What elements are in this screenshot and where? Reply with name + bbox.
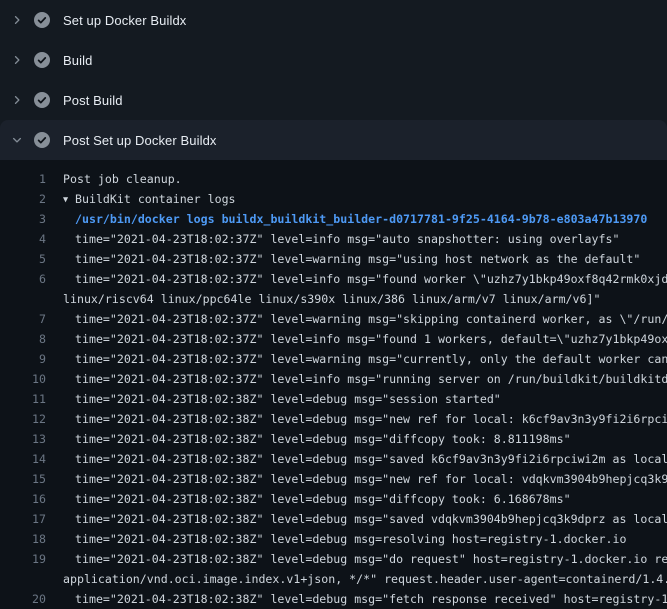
line-number[interactable]: 20 — [0, 589, 46, 609]
chevron-right-icon — [6, 92, 28, 108]
line-number[interactable]: 9 — [0, 349, 46, 369]
log-text: time="2021-04-23T18:02:38Z" level=debug … — [75, 412, 667, 426]
line-number[interactable]: 5 — [0, 249, 46, 269]
log-line: 14 time="2021-04-23T18:02:38Z" level=debu… — [0, 449, 667, 469]
log-text: linux/riscv64 linux/ppc64le linux/s390x … — [63, 292, 600, 306]
log-command-text: /usr/bin/docker logs buildx_buildkit_bui… — [75, 212, 647, 226]
line-number[interactable]: 14 — [0, 449, 46, 469]
log-viewer: 1 Post job cleanup. 2 ▼BuildKit container l… — [0, 160, 667, 600]
chevron-right-icon — [6, 52, 28, 68]
log-line: 19 time="2021-04-23T18:02:38Z" level=debu… — [0, 549, 667, 569]
line-number[interactable]: 19 — [0, 549, 46, 569]
log-line: 20 time="2021-04-23T18:02:38Z" level=debu… — [0, 589, 667, 609]
log-text: time="2021-04-23T18:02:38Z" level=debug … — [75, 552, 667, 566]
line-number[interactable]: 6 — [0, 269, 46, 289]
log-line: 4 time="2021-04-23T18:02:37Z" level=info … — [0, 229, 667, 249]
log-text: time="2021-04-23T18:02:38Z" level=debug … — [75, 392, 501, 406]
line-number[interactable]: 13 — [0, 429, 46, 449]
log-line: 15 time="2021-04-23T18:02:38Z" level=debu… — [0, 469, 667, 489]
step-label: Build — [63, 53, 92, 68]
log-line: 10 time="2021-04-23T18:02:37Z" level=info… — [0, 369, 667, 389]
line-number[interactable]: 17 — [0, 509, 46, 529]
log-text: time="2021-04-23T18:02:38Z" level=debug … — [75, 452, 667, 466]
line-number[interactable]: 7 — [0, 309, 46, 329]
line-number[interactable]: 1 — [0, 169, 46, 189]
line-number[interactable]: 12 — [0, 409, 46, 429]
log-line: 13 time="2021-04-23T18:02:38Z" level=debu… — [0, 429, 667, 449]
log-line: 3/usr/bin/docker logs buildx_buildkit_bu… — [0, 209, 667, 229]
log-text: time="2021-04-23T18:02:37Z" level=info m… — [75, 272, 667, 286]
line-number[interactable]: 18 — [0, 529, 46, 549]
line-number[interactable]: 15 — [0, 469, 46, 489]
check-circle-icon — [34, 12, 50, 28]
step-header-post-build[interactable]: Post Build — [0, 80, 667, 120]
log-line-continuation: application/vnd.oci.image.index.v1+json,… — [0, 569, 667, 589]
line-number — [0, 289, 46, 309]
log-line: 8 time="2021-04-23T18:02:37Z" level=info … — [0, 329, 667, 349]
line-number[interactable]: 3 — [0, 209, 46, 229]
log-text: time="2021-04-23T18:02:37Z" level=warnin… — [75, 312, 667, 326]
check-circle-icon — [34, 132, 50, 148]
line-number[interactable]: 11 — [0, 389, 46, 409]
chevron-right-icon — [6, 12, 28, 28]
line-number — [0, 569, 46, 589]
log-text: BuildKit container logs — [75, 192, 236, 206]
log-line: 16 time="2021-04-23T18:02:38Z" level=debu… — [0, 489, 667, 509]
log-text: time="2021-04-23T18:02:38Z" level=debug … — [75, 592, 667, 606]
step-header-set-up-docker-buildx[interactable]: Set up Docker Buildx — [0, 0, 667, 40]
log-text: time="2021-04-23T18:02:38Z" level=debug … — [75, 492, 571, 506]
step-header-build[interactable]: Build — [0, 40, 667, 80]
log-line: 9 time="2021-04-23T18:02:37Z" level=warni… — [0, 349, 667, 369]
log-text: Post job cleanup. — [63, 172, 182, 186]
log-line: 6 time="2021-04-23T18:02:37Z" level=info … — [0, 269, 667, 289]
log-text: time="2021-04-23T18:02:38Z" level=debug … — [75, 532, 626, 546]
line-number[interactable]: 16 — [0, 489, 46, 509]
log-text: time="2021-04-23T18:02:37Z" level=info m… — [75, 332, 667, 346]
log-text: time="2021-04-23T18:02:37Z" level=info m… — [75, 372, 667, 386]
step-header-post-set-up-docker-buildx[interactable]: Post Set up Docker Buildx — [0, 120, 667, 160]
log-text: time="2021-04-23T18:02:37Z" level=warnin… — [75, 352, 667, 366]
line-number[interactable]: 10 — [0, 369, 46, 389]
check-circle-icon — [34, 52, 50, 68]
log-line: 2 ▼BuildKit container logs — [0, 189, 667, 209]
log-line: 1 Post job cleanup. — [0, 169, 667, 189]
line-number[interactable]: 2 — [0, 189, 46, 209]
log-line: 17 time="2021-04-23T18:02:38Z" level=debu… — [0, 509, 667, 529]
log-line: 7 time="2021-04-23T18:02:37Z" level=warni… — [0, 309, 667, 329]
log-text: time="2021-04-23T18:02:38Z" level=debug … — [75, 512, 667, 526]
steps-list: Set up Docker Buildx Build Post Build Post … — [0, 0, 667, 160]
log-line: 18 time="2021-04-23T18:02:38Z" level=debu… — [0, 529, 667, 549]
log-line: 12 time="2021-04-23T18:02:38Z" level=debu… — [0, 409, 667, 429]
log-text: time="2021-04-23T18:02:37Z" level=info m… — [75, 232, 619, 246]
log-text: time="2021-04-23T18:02:37Z" level=warnin… — [75, 252, 640, 266]
step-label: Set up Docker Buildx — [63, 13, 186, 28]
log-text: time="2021-04-23T18:02:38Z" level=debug … — [75, 432, 571, 446]
group-expander-icon[interactable]: ▼ — [63, 190, 75, 210]
step-label: Post Build — [63, 93, 123, 108]
log-text: application/vnd.oci.image.index.v1+json,… — [63, 572, 667, 586]
line-number[interactable]: 8 — [0, 329, 46, 349]
check-circle-icon — [34, 92, 50, 108]
step-label: Post Set up Docker Buildx — [63, 133, 217, 148]
log-text: time="2021-04-23T18:02:38Z" level=debug … — [75, 472, 667, 486]
chevron-down-icon — [6, 132, 28, 148]
log-line: 11 time="2021-04-23T18:02:38Z" level=debu… — [0, 389, 667, 409]
log-line: 5 time="2021-04-23T18:02:37Z" level=warni… — [0, 249, 667, 269]
line-number[interactable]: 4 — [0, 229, 46, 249]
log-line-continuation: linux/riscv64 linux/ppc64le linux/s390x … — [0, 289, 667, 309]
